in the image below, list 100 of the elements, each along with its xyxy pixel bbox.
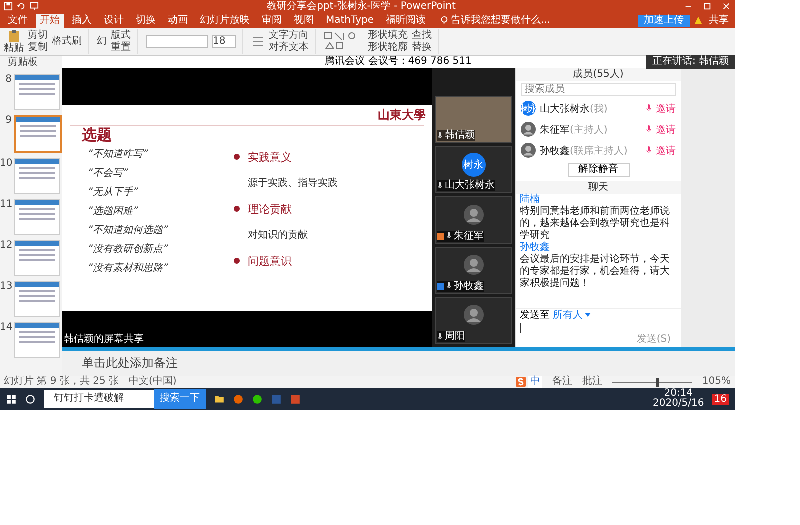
slide-thumbnail[interactable]: [14, 281, 60, 317]
reset-button[interactable]: 重置: [111, 42, 131, 54]
language-label: 中文(中国): [128, 376, 177, 388]
recipient-dropdown[interactable]: 所有人: [553, 310, 584, 321]
word-icon[interactable]: [271, 394, 282, 404]
slideshow-icon[interactable]: [30, 2, 39, 11]
slide-thumbnail[interactable]: [14, 240, 60, 276]
format-painter-button[interactable]: 格式刷: [52, 36, 82, 48]
list-icon[interactable]: [251, 34, 265, 48]
save-icon[interactable]: [4, 2, 13, 11]
browser-search-field[interactable]: 钉钉打卡遭破解: [44, 390, 154, 408]
ribbon-tab[interactable]: 设计: [100, 14, 128, 28]
text-direction-button[interactable]: 文字方向: [269, 30, 309, 42]
slide-thumbnail[interactable]: [14, 115, 62, 153]
upload-button[interactable]: 加速上传: [638, 14, 690, 26]
microphone-icon: [437, 182, 443, 190]
undo-icon[interactable]: [17, 2, 26, 11]
microphone-icon[interactable]: [646, 146, 652, 155]
powerpoint-icon[interactable]: [290, 394, 301, 404]
align-text-button[interactable]: 对齐文本: [269, 42, 309, 54]
ribbon-tab[interactable]: 审阅: [258, 14, 286, 28]
shape-outline-button[interactable]: 形状轮廓: [368, 42, 408, 54]
slide-info: 幻灯片 第 9 张，共 25 张: [4, 376, 119, 388]
paste-button[interactable]: 粘贴: [4, 29, 24, 54]
bullet-text: “不知道如何选题”: [88, 224, 170, 238]
caret-icon[interactable]: [585, 313, 592, 318]
slide-number: 14: [0, 322, 12, 333]
invite-link[interactable]: 邀请: [656, 102, 676, 116]
tell-me-field[interactable]: 告诉我您想要做什么...: [440, 14, 551, 26]
microphone-icon[interactable]: [646, 125, 652, 134]
comments-button[interactable]: 批注: [582, 376, 602, 388]
font-name-field[interactable]: [146, 35, 208, 48]
window-title: 教研分享会ppt-张树永-医学 - PowerPoint: [266, 0, 457, 12]
browser-icon[interactable]: [233, 394, 244, 404]
font-size-field[interactable]: 18: [212, 35, 236, 48]
bullet-text: “没有教研创新点”: [88, 242, 170, 256]
bullet-text: “没有素材和思路”: [88, 262, 170, 276]
clipboard-icon: [7, 29, 21, 43]
close-icon[interactable]: [722, 2, 731, 11]
share-button[interactable]: 共享: [707, 14, 731, 26]
point-heading: 实践意义: [234, 144, 338, 170]
maximize-icon[interactable]: [703, 2, 712, 11]
search-field[interactable]: 搜索成员: [521, 83, 676, 96]
replace-button[interactable]: 替换: [412, 42, 432, 54]
shape-fill-button[interactable]: 形状填充: [368, 30, 408, 42]
member-name: 孙牧鑫(联席主持人): [540, 144, 629, 158]
slide-thumbnail[interactable]: [14, 158, 60, 194]
warning-icon: [694, 16, 703, 25]
chat-sender: 陆楠: [520, 194, 541, 206]
ribbon-tab[interactable]: 动画: [164, 14, 192, 28]
find-button[interactable]: 查找: [412, 30, 432, 42]
slide-thumbnail[interactable]: [14, 74, 60, 110]
microphone-icon: [437, 132, 443, 140]
input-method-logo-icon[interactable]: [516, 377, 526, 387]
ribbon-tab[interactable]: 文件: [4, 14, 32, 28]
ribbon-tab[interactable]: 视图: [290, 14, 318, 28]
search-button[interactable]: 搜索一下: [154, 389, 206, 409]
layout-button[interactable]: 版式: [111, 30, 131, 42]
invite-link[interactable]: 邀请: [656, 144, 676, 158]
zoom-slider-thumb[interactable]: [656, 378, 660, 386]
chat-app-icon[interactable]: [252, 394, 263, 404]
clock-time: 20:14: [664, 389, 694, 399]
windows-start-icon[interactable]: [6, 394, 17, 404]
cut-button[interactable]: 剪切: [28, 30, 48, 42]
slide-number: 10: [0, 158, 12, 169]
slide-thumbnail[interactable]: [14, 199, 60, 235]
input-mode-button[interactable]: 中: [528, 376, 542, 388]
bullet-text: “无从下手”: [88, 186, 140, 200]
send-to-label: 发送至: [520, 310, 550, 321]
chat-title: 聊天: [516, 181, 681, 194]
notes-field[interactable]: 单击此处添加备注: [62, 347, 735, 376]
point-heading: 问题意识: [234, 248, 338, 274]
ribbon-tab[interactable]: 插入: [68, 14, 96, 28]
chat-message: 会议最后的安排是讨论环节，今天的专家都是行家，机会难得，请大家积极提问题！: [520, 254, 671, 290]
ribbon-tab[interactable]: MathType: [322, 14, 378, 28]
new-slide-button[interactable]: 幻: [97, 36, 107, 48]
zoom-level: 105%: [702, 376, 731, 388]
send-button[interactable]: 发送(S): [630, 333, 677, 347]
ribbon-tab[interactable]: 切换: [132, 14, 160, 28]
unmute-button[interactable]: 解除静音: [568, 163, 630, 177]
avatar-silhouette-icon: [464, 205, 484, 225]
bullet-text: “选题困难”: [88, 204, 140, 218]
copy-button[interactable]: 复制: [28, 42, 48, 54]
screen-share-label: 韩佶颖的屏幕共享: [64, 334, 144, 346]
notification-badge[interactable]: 16: [712, 394, 729, 404]
notes-button[interactable]: 备注: [552, 376, 572, 388]
microphone-icon[interactable]: [646, 104, 652, 113]
slide-thumbnail[interactable]: [14, 322, 60, 358]
microphone-icon: [437, 332, 443, 341]
ribbon-tab[interactable]: 福昕阅读: [382, 14, 430, 28]
ribbon-tab[interactable]: 开始: [36, 14, 64, 28]
microphone-icon: [446, 282, 452, 290]
bullet-text: “不会写”: [88, 166, 130, 180]
search-icon[interactable]: [25, 394, 36, 404]
slide-number: 11: [0, 199, 12, 210]
participant-name: 孙牧鑫: [454, 280, 484, 292]
ribbon-tab[interactable]: 幻灯片放映: [196, 14, 254, 28]
lightbulb-icon: [440, 16, 449, 25]
invite-link[interactable]: 邀请: [656, 122, 676, 136]
folder-icon[interactable]: [214, 394, 225, 404]
